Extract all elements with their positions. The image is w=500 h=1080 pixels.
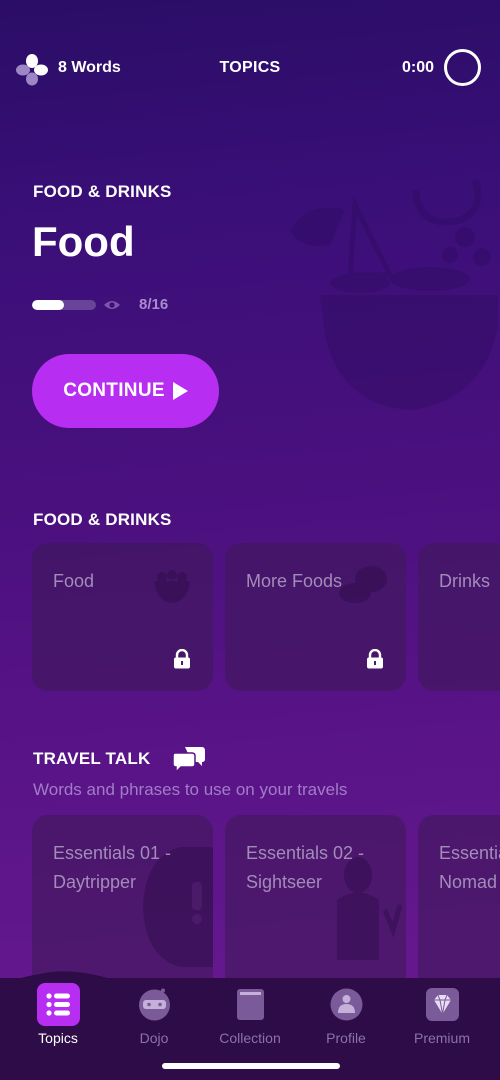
section-subtitle-travel-talk: Words and phrases to use on your travels [33,780,348,799]
food-drinks-carousel[interactable]: Food More Foods Drinks [32,543,500,691]
play-icon [172,382,188,400]
nav-item-premium[interactable]: Premium [402,988,482,1046]
progress-fill [32,300,64,310]
home-indicator[interactable] [162,1063,340,1069]
card-label: Drinks [439,571,491,591]
nav-label: Topics [38,1030,78,1046]
nav-item-topics[interactable]: Topics [18,983,98,1046]
topic-card-more-foods[interactable]: More Foods [225,543,406,691]
food-bowl-illustration [290,178,498,410]
continue-label: CONTINUE [63,380,165,401]
topic-card-drinks[interactable]: Drinks [418,543,500,691]
topic-card-essentials-03[interactable]: Essentials 03 - Nomad [418,815,500,995]
ninja-icon [138,988,170,1021]
card-label: Food [53,571,95,591]
nav-item-profile[interactable]: Profile [306,988,386,1046]
section-title-food-drinks: FOOD & DRINKS [33,510,172,529]
card-label: Essentials 03 - Nomad [439,843,500,892]
continue-button[interactable]: CONTINUE [32,354,219,428]
chat-bubbles-icon [172,747,205,773]
nav-item-collection[interactable]: Collection [210,988,290,1046]
nav-label: Collection [219,1030,281,1046]
bowl-icon [154,570,190,603]
person-icon [330,988,362,1021]
nav-label: Premium [413,1030,470,1046]
hero-category: FOOD & DRINKS [33,182,172,201]
nav-item-dojo[interactable]: Dojo [114,988,194,1046]
diamond-icon [425,988,459,1021]
top-bar: 8 Words TOPICS 0:00 [0,46,500,90]
lock-icon [367,649,383,669]
book-icon [236,989,264,1020]
topic-card-essentials-02[interactable]: Essentials 02 - Sightseer [225,815,406,995]
nav-label: Profile [326,1030,366,1046]
nav-label: Dojo [139,1030,169,1046]
card-label: Essentials 01 - Daytripper [53,843,172,892]
progress-count: 8/16 [139,296,169,313]
card-label: More Foods [246,571,343,591]
lock-icon [174,649,190,669]
eye-icon [104,301,120,309]
section-title-travel-talk: TRAVEL TALK [33,749,151,768]
topic-card-food[interactable]: Food [32,543,213,691]
progress-bar [32,300,96,310]
list-icon [36,983,80,1026]
timer-ring-icon[interactable] [444,49,481,86]
hero-title: Food [32,218,135,265]
card-label: Essentials 02 - Sightseer [246,843,365,892]
timer: 0:00 [401,59,434,76]
